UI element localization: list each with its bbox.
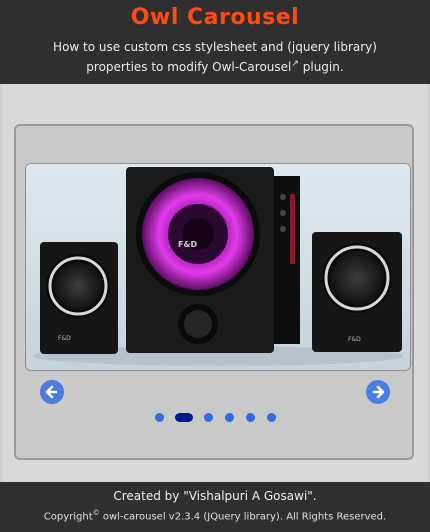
footer-copyright: Copyright© owl-carousel v2.3.4 (JQuery l… (0, 509, 430, 522)
carousel-slide[interactable]: F&D F&D F&D (25, 163, 411, 371)
next-button[interactable] (366, 380, 390, 404)
carousel-dot[interactable] (204, 413, 213, 422)
arrow-left-icon (45, 385, 58, 399)
page-subtitle: How to use custom css stylesheet and (jq… (50, 39, 380, 76)
carousel-dot[interactable] (155, 413, 164, 422)
carousel-dot[interactable] (225, 413, 234, 422)
external-link-icon[interactable]: ↗︎ (291, 59, 299, 69)
prev-button[interactable] (40, 380, 64, 404)
brand-logo: F&D (178, 240, 197, 249)
carousel-dot[interactable] (246, 413, 255, 422)
copyright-mark: © (92, 509, 100, 517)
footer-credit: Created by "Vishalpuri A Gosawi". (113, 489, 317, 503)
copyright-word: Copyright (43, 511, 93, 523)
arrow-right-icon (372, 385, 385, 399)
carousel-dots (0, 410, 430, 424)
copyright-text: owl-carousel v2.3.4 (JQuery library). Al… (99, 511, 387, 523)
svg-text:F&D: F&D (348, 336, 361, 343)
speaker-system-photo: F&D F&D F&D (26, 164, 410, 370)
svg-text:F&D: F&D (58, 335, 71, 342)
carousel-dot[interactable] (175, 413, 193, 422)
subtitle-suffix: plugin. (302, 60, 344, 74)
page-title: Owl Carousel (130, 5, 300, 30)
page-header: Owl Carousel How to use custom css style… (0, 0, 430, 84)
carousel-dot[interactable] (267, 413, 276, 422)
page-footer: Created by "Vishalpuri A Gosawi". Copyri… (0, 482, 430, 532)
